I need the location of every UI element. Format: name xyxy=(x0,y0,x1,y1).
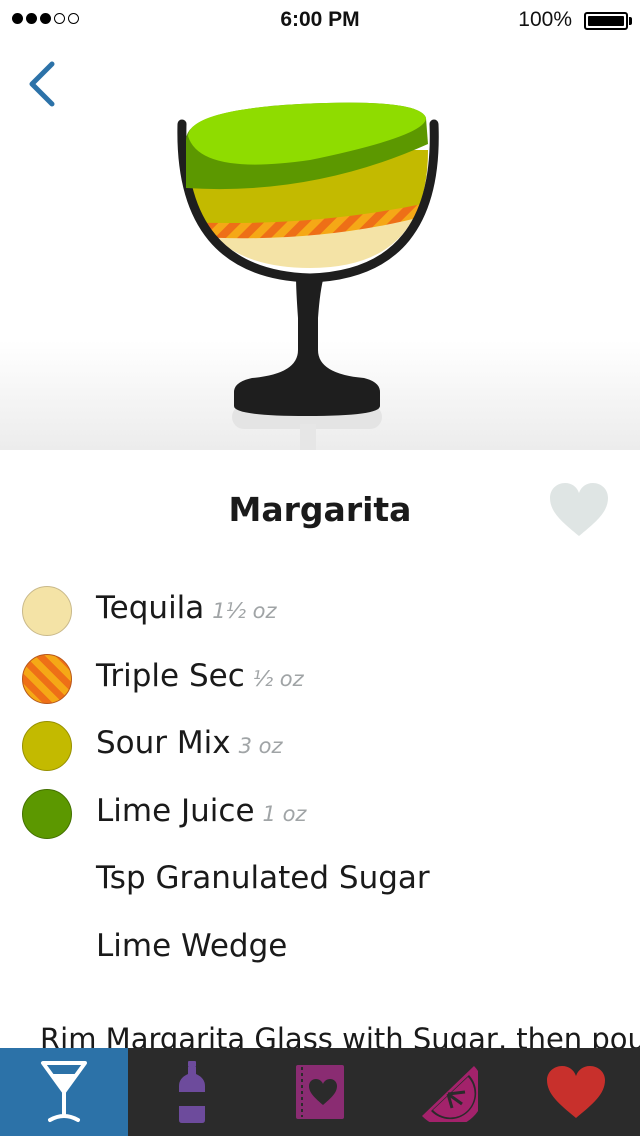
cocktail-glass-icon xyxy=(41,1061,87,1122)
margarita-glass-illustration xyxy=(177,102,439,450)
chevron-left-icon xyxy=(29,61,55,107)
battery-icon xyxy=(584,12,628,30)
ingredient-amount: ½ oz xyxy=(252,666,304,691)
bottle-icon xyxy=(179,1061,205,1123)
status-bar: 6:00 PM 100% xyxy=(0,0,640,40)
ingredient-name: Lime Juice xyxy=(96,792,255,829)
sour-mix-swatch xyxy=(22,721,72,771)
ingredient-list: Tequila 1½ oz Triple Sec ½ oz Sour Mix 3 oz… xyxy=(0,576,640,981)
ingredient-row: Lime Wedge xyxy=(0,914,640,982)
tab-bar xyxy=(0,1048,640,1136)
ingredient-amount: 3 oz xyxy=(238,734,283,758)
tab-bottles[interactable] xyxy=(128,1048,256,1136)
ingredient-name: Tequila xyxy=(96,590,205,626)
ingredient-name: Triple Sec xyxy=(96,657,245,694)
tab-cocktails[interactable] xyxy=(0,1048,128,1136)
tab-favorites[interactable] xyxy=(512,1048,640,1136)
drink-illustration xyxy=(0,40,640,450)
favorite-button[interactable] xyxy=(548,482,610,538)
drink-title: Margarita xyxy=(228,490,412,529)
heart-icon xyxy=(547,1066,605,1118)
ingredient-amount: 1 oz xyxy=(262,801,307,826)
tab-mixers[interactable] xyxy=(384,1048,512,1136)
back-button[interactable] xyxy=(24,60,64,108)
tab-recipes[interactable] xyxy=(256,1048,384,1136)
ingredient-row: Tequila 1½ oz xyxy=(0,576,640,644)
ingredient-row: Tsp Granulated Sugar xyxy=(0,846,640,914)
ingredient-name: Lime Wedge xyxy=(96,927,288,964)
citrus-slice-icon xyxy=(422,1066,478,1122)
ingredient-row: Sour Mix 3 oz xyxy=(0,711,640,779)
triple-sec-swatch xyxy=(22,653,72,704)
ingredient-row: Triple Sec ½ oz xyxy=(0,644,640,712)
battery-percent: 100% xyxy=(518,8,572,31)
ingredient-amount: 1½ oz xyxy=(212,599,277,623)
heart-icon xyxy=(550,483,608,536)
ingredient-row: Lime Juice 1 oz xyxy=(0,779,640,847)
tequila-swatch xyxy=(22,586,72,636)
recipe-book-icon xyxy=(296,1065,344,1119)
ingredient-name: Tsp Granulated Sugar xyxy=(96,860,430,896)
lime-juice-swatch xyxy=(22,788,72,839)
ingredient-name: Sour Mix xyxy=(96,725,231,761)
